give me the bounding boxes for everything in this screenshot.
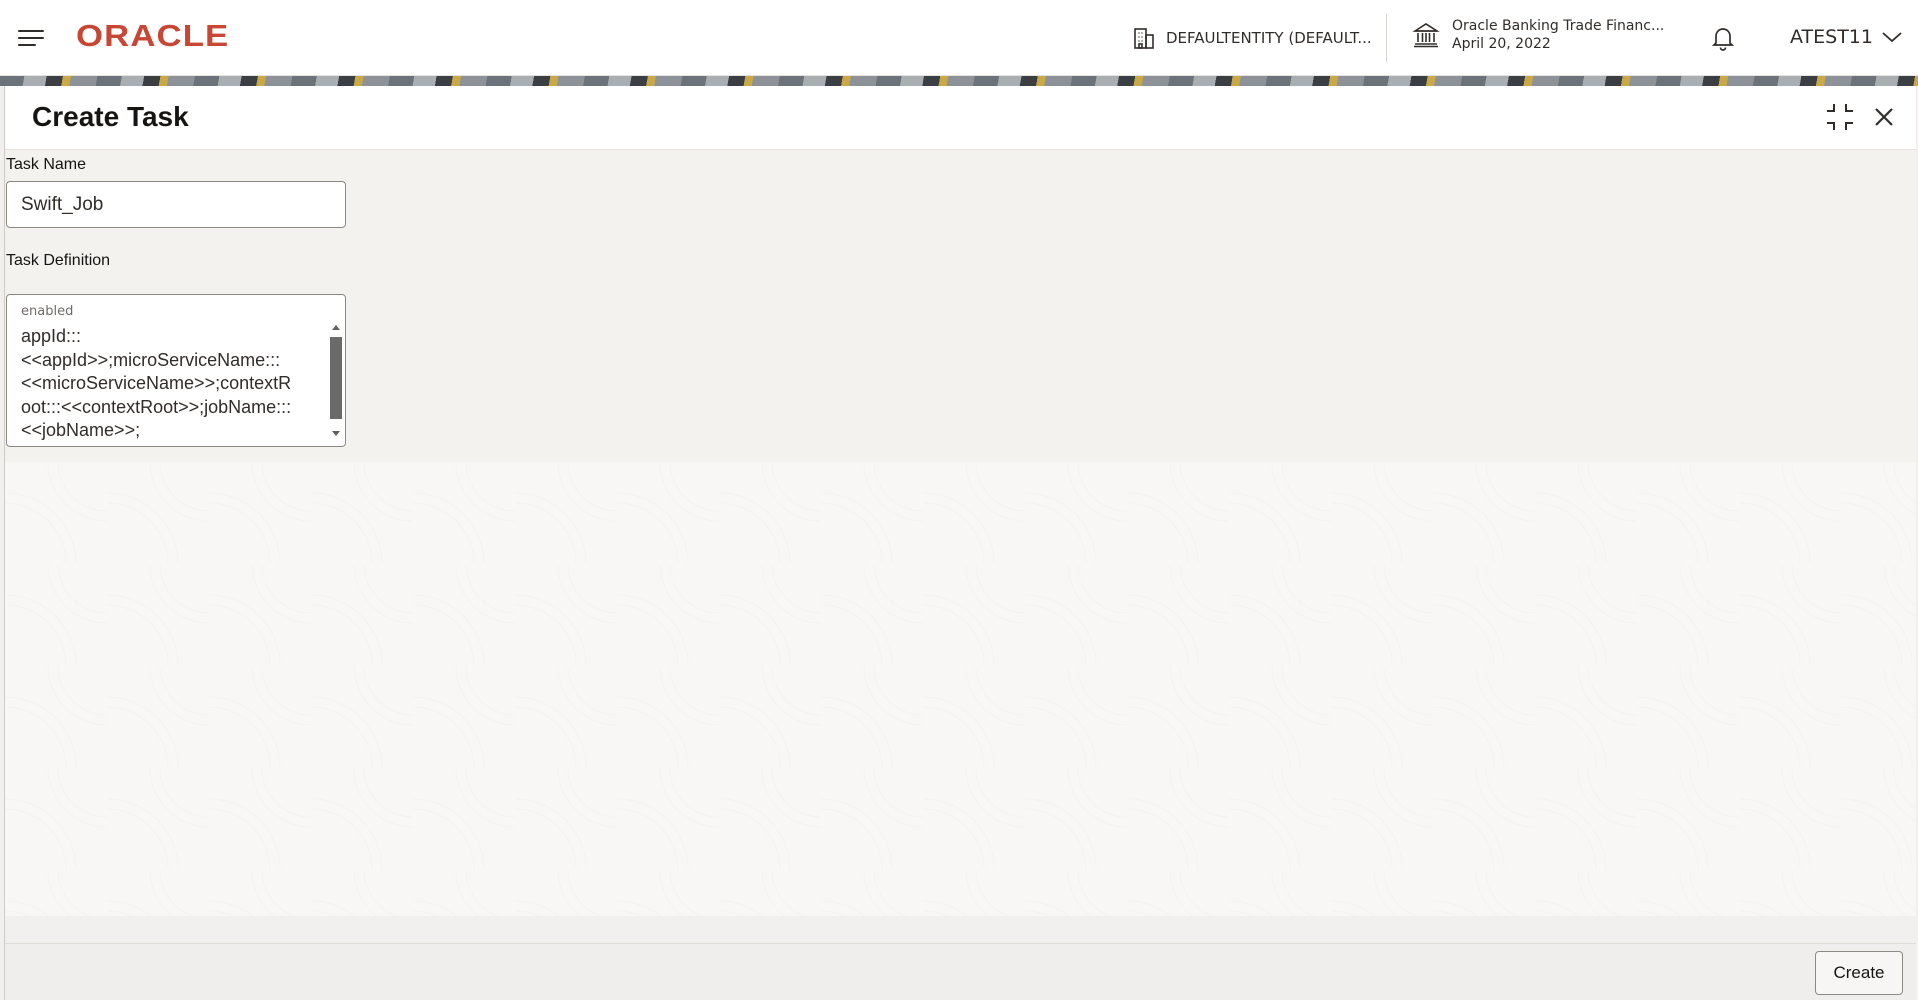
scroll-up-arrow-icon[interactable] xyxy=(332,325,340,330)
task-definition-label: Task Definition xyxy=(6,252,111,269)
branch-selector[interactable]: Oracle Banking Trade Financ... April 20,… xyxy=(1412,18,1664,52)
collapse-icon[interactable] xyxy=(1825,102,1855,132)
task-definition-value: appId::: <<appId>>;microServiceName::: <… xyxy=(21,326,292,440)
dialog-header: Create Task xyxy=(5,86,1916,150)
task-name-label: Task Name xyxy=(6,156,87,173)
chevron-down-icon xyxy=(1882,32,1902,43)
textarea-scrollbar[interactable] xyxy=(330,323,342,438)
bank-icon xyxy=(1412,23,1440,48)
building-icon xyxy=(1134,28,1154,49)
oracle-logo: ORACLE xyxy=(76,18,230,53)
create-task-dialog: Create Task Task Name Swift_Job Task Def… xyxy=(4,86,1916,1000)
entity-label: DEFAULTENTITY (DEFAULT... xyxy=(1166,29,1372,47)
entity-selector[interactable]: DEFAULTENTITY (DEFAULT... xyxy=(1132,26,1372,50)
create-button[interactable]: Create xyxy=(1815,951,1903,995)
close-icon[interactable] xyxy=(1871,104,1897,130)
header-divider xyxy=(1386,14,1387,62)
branch-name: Oracle Banking Trade Financ... xyxy=(1452,18,1665,34)
background-pattern xyxy=(5,462,1916,916)
task-form: Task Name Swift_Job Task Definition enab… xyxy=(5,150,1916,462)
user-menu[interactable]: ATEST11 xyxy=(1790,26,1903,48)
scroll-thumb[interactable] xyxy=(330,337,342,419)
user-name: ATEST11 xyxy=(1790,26,1873,48)
bell-icon[interactable] xyxy=(1710,25,1736,51)
task-definition-inner-label: enabled xyxy=(21,304,74,319)
scroll-down-arrow-icon[interactable] xyxy=(332,431,340,436)
branch-date: April 20, 2022 xyxy=(1452,36,1551,52)
app-header: ORACLE DEFAULTENTITY (DEFAULT... Oracle … xyxy=(0,0,1918,76)
task-definition-textarea[interactable]: enabled appId::: <<appId>>;microServiceN… xyxy=(6,294,346,447)
decorative-banner xyxy=(0,76,1918,86)
hamburger-menu-icon[interactable] xyxy=(18,28,44,48)
dialog-title: Create Task xyxy=(32,101,189,132)
task-name-input[interactable]: Swift_Job xyxy=(6,181,346,228)
dialog-footer: Create xyxy=(5,943,1916,1000)
